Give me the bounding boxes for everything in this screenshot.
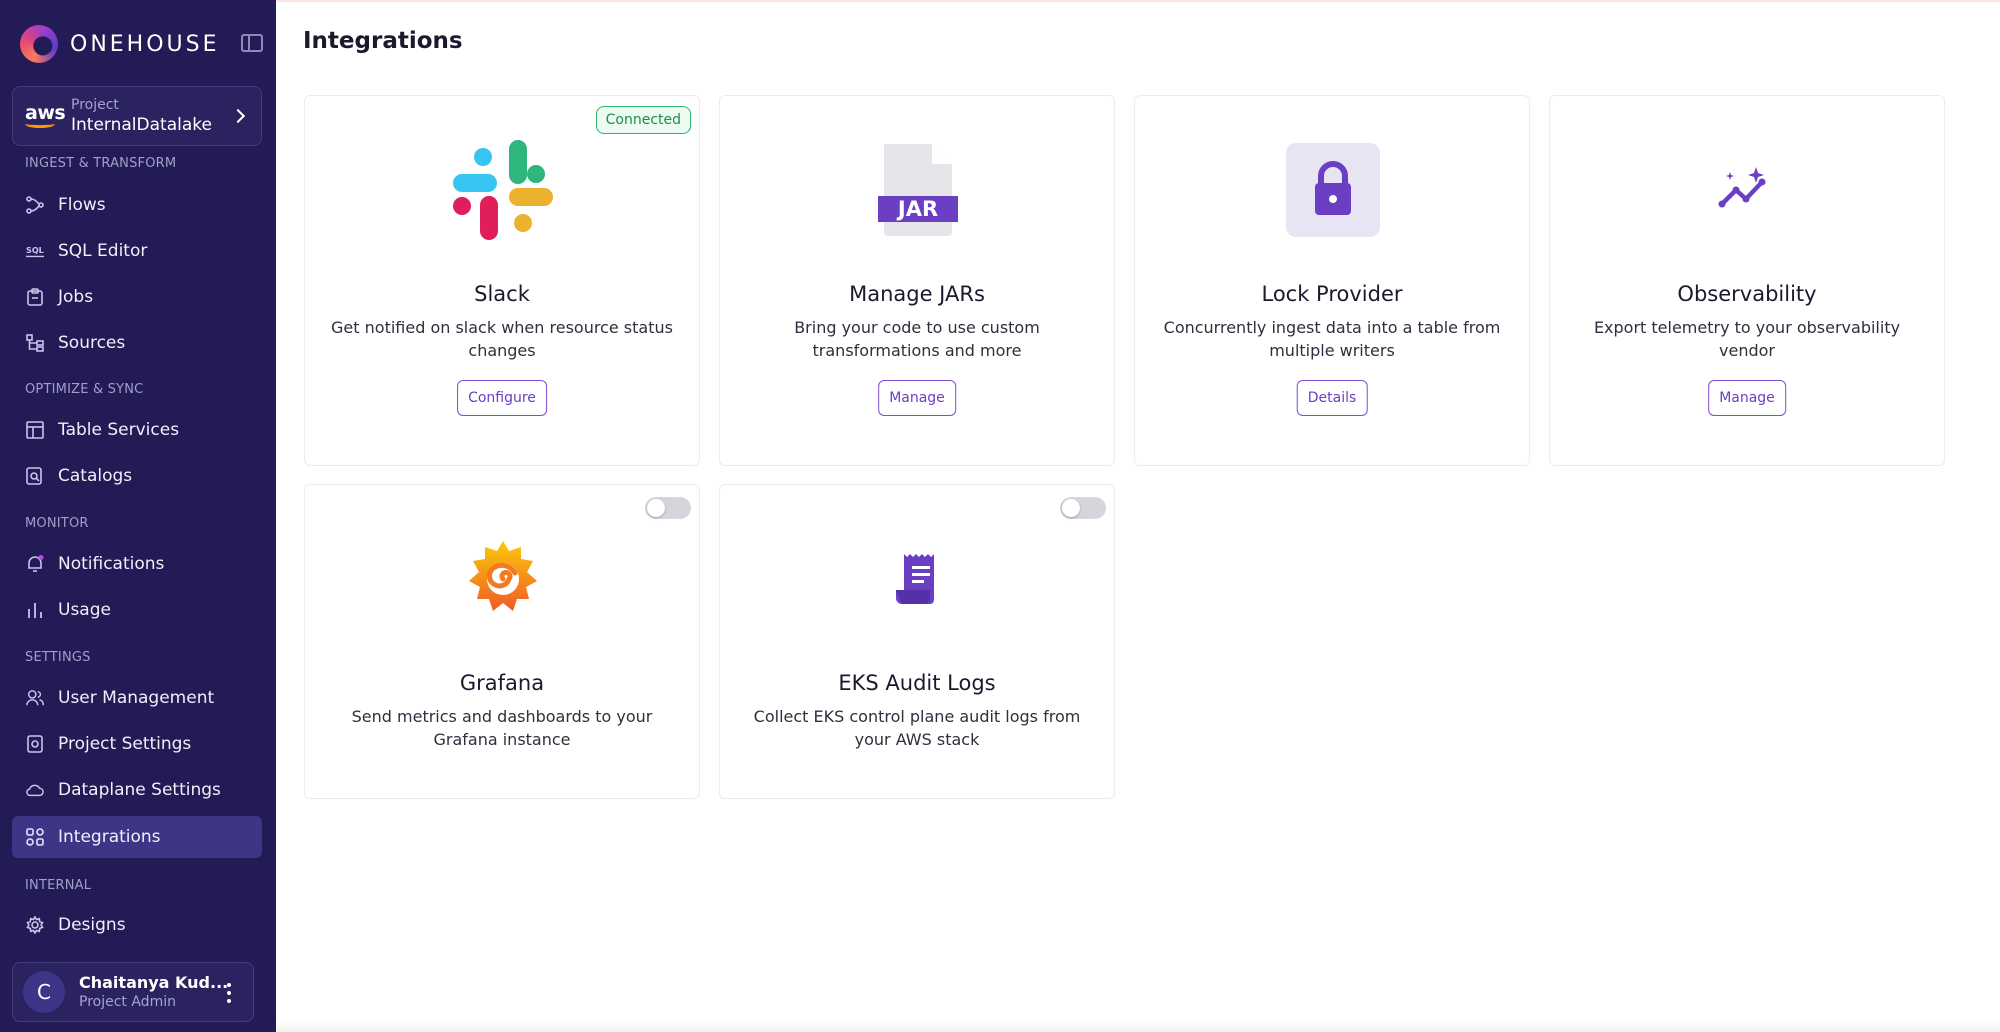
status-badge: Connected — [595, 106, 691, 134]
catalog-icon — [26, 467, 44, 485]
sidebar-item-dataplane-settings[interactable]: Dataplane Settings — [12, 769, 262, 811]
sidebar-item-catalogs[interactable]: Catalogs — [12, 455, 262, 497]
brand-name: ONEHOUSE — [70, 31, 220, 57]
sidebar-item-sources[interactable]: Sources — [12, 322, 262, 364]
section-title-settings: SETTINGS — [25, 650, 91, 665]
section-title-monitor: MONITOR — [25, 516, 89, 531]
card-description: Export telemetry to your observability v… — [1593, 318, 1901, 360]
svg-text:SQL: SQL — [26, 245, 44, 255]
integration-card-lock-provider: Lock Provider Concurrently ingest data i… — [1134, 95, 1530, 466]
bar-chart-icon — [26, 601, 44, 619]
bottom-shadow — [276, 1020, 2000, 1032]
sidebar-item-usage[interactable]: Usage — [12, 589, 262, 631]
project-selector[interactable]: aws Project InternalDatalake — [12, 86, 262, 146]
sidebar-item-designs[interactable]: Designs — [12, 904, 262, 946]
section-title-internal: INTERNAL — [25, 878, 92, 893]
card-title: EKS Audit Logs — [838, 671, 996, 695]
sources-icon — [26, 334, 44, 352]
sidebar-item-integrations[interactable]: Integrations — [12, 816, 262, 858]
integration-card-slack: Connected Slack Get notified on slack wh… — [304, 95, 700, 466]
avatar: C — [23, 971, 65, 1013]
card-title: Grafana — [459, 671, 545, 695]
card-description: Concurrently ingest data into a table fr… — [1163, 318, 1501, 360]
integrations-icon — [26, 828, 44, 846]
page-title: Integrations — [303, 28, 463, 54]
sparkle-chart-icon — [1698, 140, 1798, 240]
card-description: Send metrics and dashboards to your Graf… — [351, 707, 653, 749]
eks-audit-logs-toggle[interactable] — [1060, 497, 1106, 519]
card-description: Get notified on slack when resource stat… — [331, 318, 673, 360]
svg-text:JAR: JAR — [896, 197, 938, 221]
card-title: Slack — [474, 282, 530, 306]
more-options-icon[interactable] — [227, 983, 231, 1003]
manage-jars-button[interactable]: Manage — [878, 380, 956, 416]
integration-card-eks-audit-logs: EKS Audit Logs Collect EKS control plane… — [719, 484, 1115, 799]
sidebar-item-user-management[interactable]: User Management — [12, 677, 262, 719]
chevron-right-icon — [230, 108, 246, 124]
configure-button[interactable]: Configure — [457, 380, 547, 416]
user-card[interactable]: C Chaitanya Kud... Project Admin — [12, 962, 254, 1022]
card-title: Lock Provider — [1261, 282, 1403, 306]
user-name: Chaitanya Kud... — [79, 973, 229, 992]
grafana-icon — [453, 529, 553, 629]
sql-icon: SQL — [26, 242, 44, 260]
card-description: Collect EKS control plane audit logs fro… — [753, 707, 1081, 749]
section-title-optimize: OPTIMIZE & SYNC — [25, 382, 144, 397]
sidebar-item-sql-editor[interactable]: SQL SQL Editor — [12, 230, 262, 272]
card-description: Bring your code to use custom transforma… — [794, 318, 1040, 360]
bell-icon — [26, 555, 44, 573]
flows-icon — [26, 196, 44, 214]
users-icon — [26, 689, 44, 707]
collapse-sidebar-icon[interactable] — [241, 34, 263, 52]
project-name: InternalDatalake — [71, 115, 212, 135]
aws-logo-icon: aws — [25, 104, 66, 128]
integration-card-manage-jars: JAR Manage JARs Bring your code to use c… — [719, 95, 1115, 466]
receipt-icon — [868, 529, 968, 629]
sidebar: ONEHOUSE aws Project InternalDatalake IN… — [0, 0, 276, 1032]
lock-icon — [1283, 140, 1383, 240]
sidebar-item-flows[interactable]: Flows — [12, 184, 262, 226]
manage-observability-button[interactable]: Manage — [1708, 380, 1786, 416]
sidebar-item-project-settings[interactable]: Project Settings — [12, 723, 262, 765]
cloud-icon — [26, 781, 44, 799]
top-accent-line — [276, 0, 2000, 2]
clipboard-icon — [26, 288, 44, 306]
slack-icon — [453, 140, 553, 240]
sidebar-item-table-services[interactable]: Table Services — [12, 409, 262, 451]
integration-card-observability: Observability Export telemetry to your o… — [1549, 95, 1945, 466]
jar-file-icon: JAR — [868, 140, 968, 240]
project-settings-icon — [26, 735, 44, 753]
section-title-ingest: INGEST & TRANSFORM — [25, 156, 177, 171]
user-role: Project Admin — [79, 994, 176, 1010]
sidebar-item-notifications[interactable]: Notifications — [12, 543, 262, 585]
table-icon — [26, 421, 44, 439]
card-title: Manage JARs — [849, 282, 985, 306]
gear-icon — [26, 916, 44, 934]
details-button[interactable]: Details — [1296, 380, 1368, 416]
integration-card-grafana: Grafana Send metrics and dashboards to y… — [304, 484, 700, 799]
brand[interactable]: ONEHOUSE — [20, 22, 220, 66]
sidebar-item-jobs[interactable]: Jobs — [12, 276, 262, 318]
project-label: Project — [71, 97, 119, 113]
card-title: Observability — [1677, 282, 1817, 306]
grafana-toggle[interactable] — [645, 497, 691, 519]
onehouse-logo-icon — [20, 25, 58, 63]
